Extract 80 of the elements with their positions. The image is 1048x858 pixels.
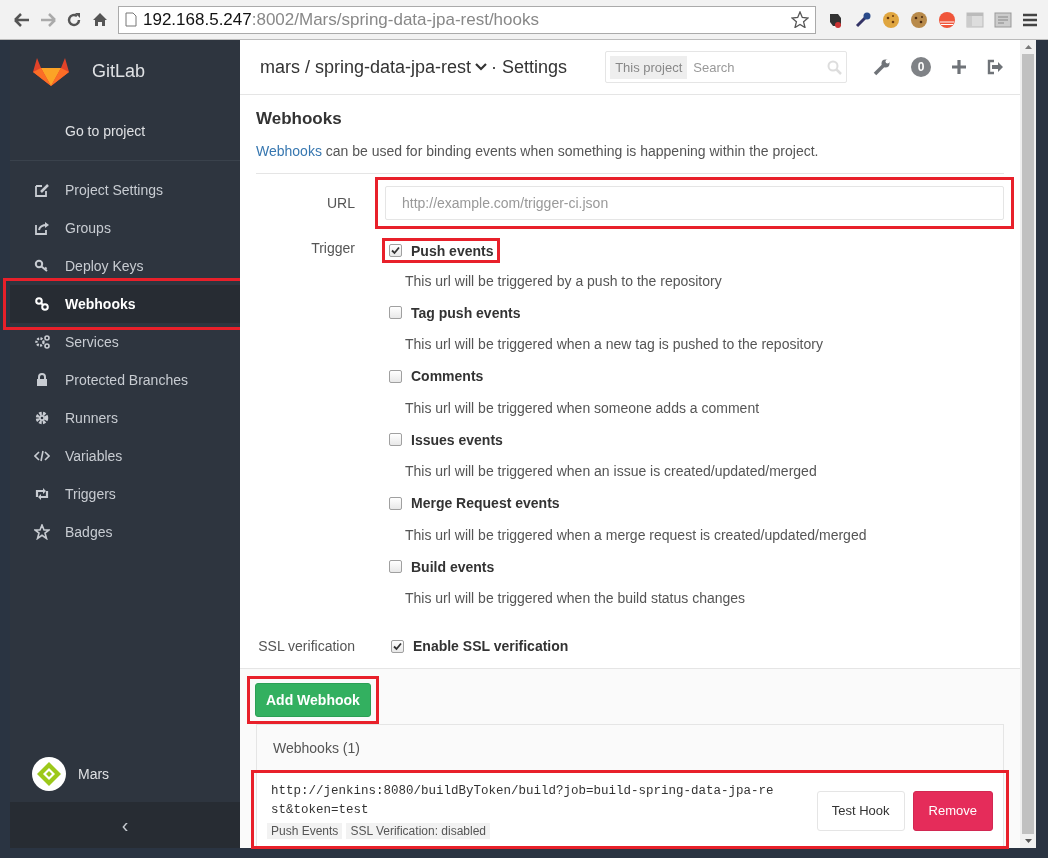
scrollbar[interactable] <box>1020 40 1036 848</box>
webhooks-link[interactable]: Webhooks <box>256 143 322 159</box>
cookie-icon[interactable] <box>882 10 900 29</box>
remove-button[interactable]: Remove <box>912 790 993 831</box>
star-icon[interactable] <box>791 11 809 28</box>
checkbox[interactable] <box>389 560 402 573</box>
option-description: This url will be triggered when a merge request is created/updated/merged <box>404 526 867 543</box>
option-description: This url will be triggered when the build status changes <box>404 590 747 606</box>
key-icon <box>34 258 50 274</box>
menu-icon[interactable] <box>1022 12 1038 27</box>
tag-label: Push Events <box>267 823 343 839</box>
option-description: This url will be triggered when an issue is created/updated/merged <box>404 463 818 479</box>
wrench-icon[interactable] <box>873 58 891 76</box>
option-description: This url will be triggered when someone adds a comment <box>404 399 761 416</box>
checkbox-option[interactable]: Push events <box>389 242 494 259</box>
sidebar-item[interactable]: Services <box>10 323 240 361</box>
checkbox-option[interactable]: Merge Request events <box>389 495 560 511</box>
checkbox[interactable] <box>389 244 402 257</box>
project-breadcrumb[interactable]: mars / spring-data-jpa-rest <box>260 56 472 78</box>
checkbox[interactable] <box>389 369 402 383</box>
scroll-down-icon[interactable] <box>1023 838 1033 844</box>
search-scope-label: This project <box>610 55 688 79</box>
tag-label: SSL Verification: disabled <box>346 823 490 839</box>
avatar-icon[interactable] <box>32 757 66 791</box>
sidebar-item[interactable]: Protected Branches <box>10 361 240 399</box>
edit-icon <box>34 182 50 198</box>
link-icon <box>34 296 50 312</box>
retweet-icon <box>34 486 50 502</box>
gears-icon <box>34 334 50 350</box>
user-name[interactable]: Mars <box>78 766 110 782</box>
sidebar-item[interactable]: Project Settings <box>10 171 240 209</box>
address-bar[interactable]: 192.168.5.247:8002/Mars/spring-data-jpa-rest/hooks <box>118 5 816 34</box>
caret-icon[interactable] <box>475 63 488 71</box>
search-icon <box>827 59 843 75</box>
back-icon[interactable] <box>14 12 30 27</box>
share-icon <box>34 220 50 236</box>
sidebar-item[interactable]: Webhooks <box>10 285 240 323</box>
page-title: · Settings <box>491 56 568 78</box>
star-icon <box>34 524 50 540</box>
checkbox-option[interactable]: Issues events <box>389 431 503 448</box>
field-label: SSL verification <box>257 638 355 654</box>
option-description: This url will be triggered when a new tag is pushed to the repository <box>404 336 824 352</box>
cookie-icon[interactable] <box>910 10 928 29</box>
go-to-project-link[interactable]: Go to project <box>65 123 146 139</box>
collapse-sidebar-button[interactable]: ‹ <box>121 813 129 837</box>
checkbox[interactable] <box>389 433 402 446</box>
checkbox-option[interactable]: Build events <box>389 558 495 575</box>
lock-icon <box>34 372 50 388</box>
checkbox-option[interactable]: Enable SSL verification <box>385 638 569 654</box>
scroll-up-icon[interactable] <box>1023 44 1033 50</box>
checkbox-option[interactable]: Tag push events <box>389 304 521 321</box>
sidebar-item[interactable]: Badges <box>10 513 240 551</box>
sign-out-icon[interactable] <box>987 59 1004 75</box>
code-icon <box>34 448 50 464</box>
sunset-icon[interactable] <box>938 10 956 29</box>
reload-icon[interactable] <box>66 11 82 28</box>
sidebar-item[interactable]: Variables <box>10 437 240 475</box>
sidebar-item[interactable]: Groups <box>10 209 240 247</box>
notification-count[interactable]: 0 <box>911 57 931 77</box>
webhook-url: http://jenkins:8080/buildByToken/build?job=build-spring-data-jpa-rest&token=test <box>270 783 775 819</box>
option-description: This url will be triggered by a push to the repository <box>404 272 723 289</box>
test-hook-button[interactable]: Test Hook <box>816 790 905 831</box>
eyedropper-icon[interactable] <box>854 10 872 29</box>
gear-icon <box>34 410 50 426</box>
page-icon <box>125 12 137 27</box>
field-label: URL <box>326 195 355 211</box>
checkbox[interactable] <box>389 496 402 510</box>
checkbox-option[interactable]: Comments <box>389 368 484 384</box>
field-label: Trigger <box>310 239 355 258</box>
logo-text[interactable]: GitLab <box>92 60 146 82</box>
checkbox[interactable] <box>391 639 404 653</box>
home-icon[interactable] <box>92 12 108 27</box>
intro-text: Webhooks can be used for binding events when something is happening within the project. <box>256 143 820 159</box>
plus-icon[interactable] <box>951 59 967 75</box>
panel-title: Webhooks (1) <box>273 740 360 756</box>
sidebar-item[interactable]: Runners <box>10 399 240 437</box>
sidebar-item[interactable]: Deploy Keys <box>10 247 240 285</box>
checkbox[interactable] <box>389 306 402 319</box>
section-title: Webhooks <box>256 109 343 129</box>
sidebar-item[interactable]: Triggers <box>10 475 240 513</box>
